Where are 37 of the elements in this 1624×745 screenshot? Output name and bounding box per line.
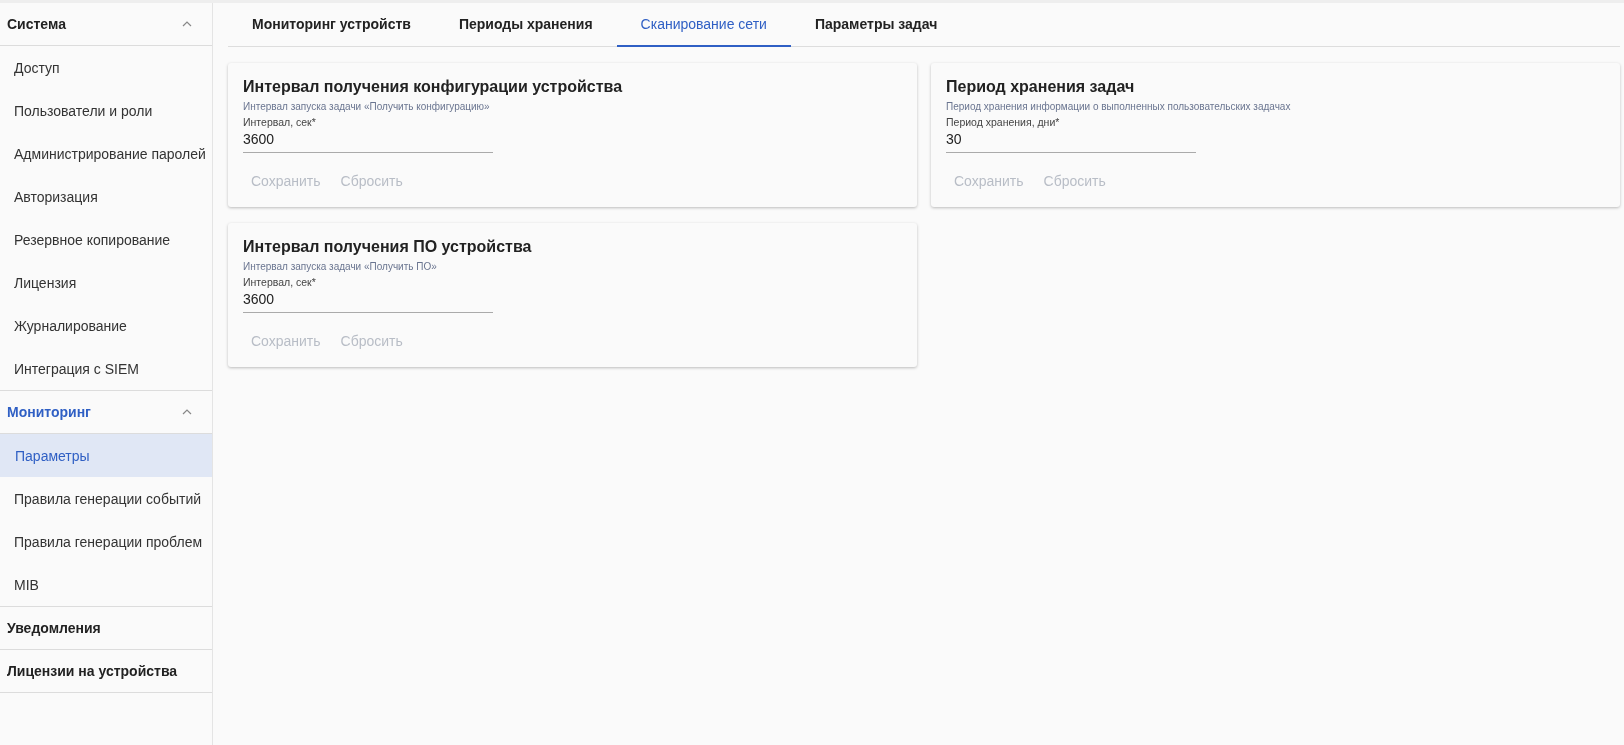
group-title: Лицензии на устройства (7, 663, 178, 679)
tab[interactable]: Периоды хранения (434, 3, 617, 47)
sidebar-item[interactable]: Интеграция с SIEM (0, 347, 212, 390)
sidebar-item[interactable]: Журналирование (0, 304, 212, 347)
sidebar-item[interactable]: Правила генерации проблем (0, 520, 212, 563)
sidebar-item[interactable]: Пользователи и роли (0, 89, 212, 132)
field-label: Интервал, сек* (243, 116, 317, 128)
input-field[interactable]: 3600 (243, 128, 493, 153)
sidebar-group-header[interactable]: Система (0, 3, 212, 46)
sidebar-group-header[interactable]: Уведомления (0, 607, 212, 649)
tab[interactable]: Мониторинг устройств (228, 3, 435, 47)
sidebar-item[interactable]: Резервное копирование (0, 218, 212, 261)
card-description: Интервал запуска задачи «Получить конфигурацию» (243, 101, 491, 112)
chevron-up-icon[interactable] (182, 409, 192, 415)
sidebar-item[interactable]: Правила генерации событий (0, 477, 212, 520)
field-label: Период хранения, дни* (946, 116, 1061, 128)
sidebar-item[interactable]: Параметры (0, 434, 212, 477)
chevron-up-icon[interactable] (182, 21, 192, 27)
tab[interactable]: Параметры задач (790, 3, 962, 47)
card-title: Интервал получения ПО устройства (243, 238, 533, 256)
field-label: Интервал, сек* (243, 276, 317, 288)
sidebar-item[interactable]: Авторизация (0, 175, 212, 218)
sidebar-group-header[interactable]: Лицензии на устройства (0, 650, 212, 692)
sidebar-item[interactable]: Доступ (0, 46, 212, 89)
group-title: Уведомления (7, 620, 101, 636)
card-description: Период хранения информации о выполненных пользовательских задачах (946, 101, 1292, 112)
card-title: Период хранения задач (946, 78, 1136, 96)
sidebar-item[interactable]: MIB (0, 563, 212, 606)
card-description: Интервал запуска задачи «Получить ПО» (243, 261, 438, 272)
group-title: Система (7, 16, 66, 32)
input-field[interactable]: 30 (946, 128, 1196, 153)
input-field[interactable]: 3600 (243, 288, 493, 313)
sidebar-item[interactable]: Лицензия (0, 261, 212, 304)
card-title: Интервал получения конфигурации устройства (243, 78, 624, 96)
tab[interactable]: Сканирование сети (616, 3, 791, 47)
group-title: Мониторинг (7, 404, 91, 420)
sidebar-item[interactable]: Администрирование паролей (0, 132, 212, 175)
